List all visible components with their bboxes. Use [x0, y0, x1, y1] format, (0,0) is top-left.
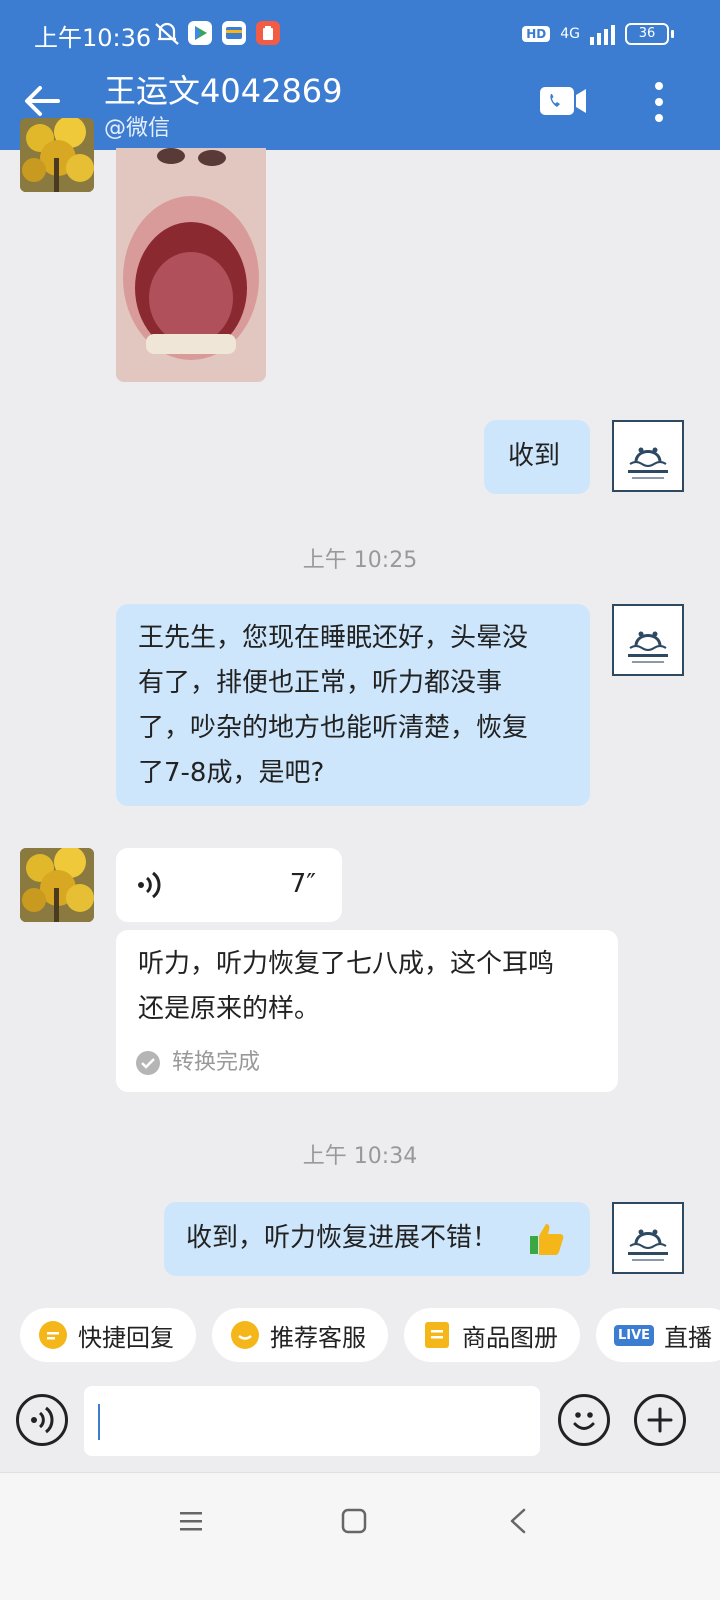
hd-badge: HD: [522, 26, 551, 42]
chip-label: 推荐客服: [270, 1323, 366, 1352]
emoji-button[interactable]: [558, 1394, 610, 1446]
message-text: 收到，听力恢复进展不错！: [186, 1223, 499, 1253]
avatar[interactable]: [20, 118, 94, 192]
voice-input-button[interactable]: [16, 1394, 68, 1446]
clipboard-icon: [256, 21, 280, 45]
quick-reply-icon: [39, 1321, 67, 1349]
chat-subtitle: @微信: [104, 116, 171, 141]
my-message[interactable]: 收到，听力恢复进展不错！: [164, 1202, 590, 1276]
chip-label: 快捷回复: [78, 1323, 174, 1352]
emoji-icon: [573, 1412, 595, 1430]
chat-screen: 上午10:36 HD 4G 36 王运文4042869 @微信 收到 上午 10…: [0, 0, 720, 1600]
transcript-status-text: 转换完成: [172, 1050, 261, 1075]
live-icon: LIVE: [614, 1324, 655, 1346]
avatar[interactable]: [612, 420, 684, 492]
photo-icon: [116, 148, 266, 382]
timestamp: 上午 10:25: [302, 548, 418, 573]
quick-reply-bar: 快捷回复 推荐客服 商品图册 LIVE 直播: [0, 1292, 720, 1384]
status-right: HD 4G 36: [522, 20, 674, 48]
voice-message[interactable]: 7″: [116, 848, 342, 922]
recommend-agent-chip[interactable]: 推荐客服: [212, 1308, 388, 1362]
menu-icon[interactable]: [178, 1509, 204, 1533]
message-line: 王先生，您现在睡眠还好，头晕没: [138, 623, 529, 653]
input-bar: [0, 1384, 720, 1470]
chip-label: 商品图册: [462, 1323, 558, 1352]
chat-title: 王运文4042869: [104, 72, 343, 110]
agent-icon: [231, 1321, 259, 1349]
my-message[interactable]: 王先生，您现在睡眠还好，头晕没 有了，排便也正常，听力都没事 了，吵杂的地方也能…: [116, 604, 590, 806]
live-chip[interactable]: LIVE 直播: [596, 1308, 720, 1362]
check-circle-icon: [136, 1051, 160, 1075]
transcript-message[interactable]: 听力，听力恢复了七八成，这个耳鸣 还是原来的样。 转换完成: [116, 930, 618, 1092]
message-input[interactable]: [84, 1386, 540, 1456]
voice-icon: [31, 1406, 54, 1434]
nav-back-icon[interactable]: [506, 1507, 530, 1535]
avatar[interactable]: [612, 1202, 684, 1274]
message-line: 有了，排便也正常，听力都没事: [138, 668, 503, 698]
timestamp: 上午 10:34: [302, 1144, 418, 1169]
mute-icon: [155, 22, 179, 45]
status-time: 上午10:36: [34, 24, 152, 52]
system-nav-bar: [0, 1472, 720, 1600]
video-call-icon[interactable]: [540, 86, 588, 116]
quick-reply-chip[interactable]: 快捷回复: [20, 1308, 196, 1362]
more-icon[interactable]: [650, 80, 668, 124]
catalog-icon: [425, 1322, 449, 1348]
message-line: 了，吵杂的地方也能听清楚，恢复: [138, 713, 529, 743]
message-text: 收到: [508, 441, 561, 471]
avatar[interactable]: [20, 848, 94, 922]
chip-label: 直播: [664, 1323, 713, 1352]
voice-wave-icon: [138, 871, 161, 899]
battery-icon: 36: [625, 23, 674, 45]
transcript-status: 转换完成: [136, 1048, 260, 1078]
text-cursor: [98, 1404, 100, 1440]
network-type: 4G: [560, 26, 580, 42]
transcript-line: 听力，听力恢复了七八成，这个耳鸣: [138, 949, 555, 979]
avatar[interactable]: [612, 604, 684, 676]
image-message[interactable]: [116, 148, 266, 382]
chat-header: 上午10:36 HD 4G 36 王运文4042869 @微信: [0, 0, 720, 150]
battery-level: 36: [625, 23, 669, 45]
signal-icon: [590, 23, 615, 45]
wallet-icon: [222, 21, 246, 45]
thumbs-up-icon: [530, 1224, 564, 1255]
transcript-line: 还是原来的样。: [138, 994, 321, 1024]
plus-button[interactable]: [634, 1394, 686, 1446]
voice-duration: 7″: [289, 869, 316, 899]
catalog-chip[interactable]: 商品图册: [404, 1308, 580, 1362]
status-bar: 上午10:36 HD 4G 36: [0, 0, 720, 66]
play-store-icon: [188, 21, 212, 45]
home-icon[interactable]: [340, 1507, 368, 1535]
my-message[interactable]: 收到: [484, 420, 590, 494]
plus-icon: [647, 1407, 673, 1433]
message-line: 了7-8成，是吧?: [138, 758, 325, 788]
